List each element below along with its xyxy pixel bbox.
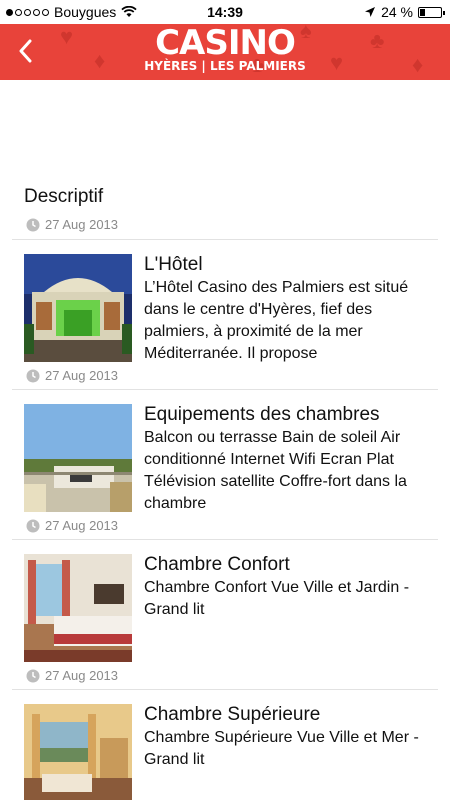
clock-icon	[26, 369, 40, 382]
list-item-hotel[interactable]: L'Hôtel L’Hôtel Casino des Palmiers est …	[0, 240, 450, 390]
list-item-equipements[interactable]: Equipements des chambres Balcon ou terra…	[0, 390, 450, 540]
chambre-confort-thumbnail	[24, 554, 132, 662]
section-date-label: 27 Aug 2013	[45, 217, 119, 232]
section-title: Descriptif	[24, 186, 104, 207]
battery-percent: 24 %	[381, 4, 413, 20]
battery-icon	[418, 6, 445, 18]
item-date-label: 27 Aug 2013	[45, 518, 119, 533]
clock-icon	[26, 519, 40, 532]
equipements-thumbnail	[24, 404, 132, 512]
clock-icon	[26, 218, 40, 231]
logo-sub-text: HYÈRES | LES PALMIERS	[144, 59, 306, 73]
item-date: 27 Aug 2013	[26, 668, 118, 683]
hotel-thumbnail	[24, 254, 132, 362]
casino-logo: CASINO HYÈRES | LES PALMIERS	[0, 25, 450, 73]
item-title: Chambre Confort	[144, 554, 290, 575]
item-title: L'Hôtel	[144, 254, 203, 275]
item-title: Equipements des chambres	[144, 404, 380, 425]
status-bar: Bouygues 14:39 24 %	[0, 0, 450, 24]
item-description: Chambre Supérieure Vue Ville et Mer - Gr…	[144, 729, 419, 768]
item-title: Chambre Supérieure	[144, 704, 321, 725]
item-date: 27 Aug 2013	[26, 368, 118, 383]
app-header: ♥ ♦ ♠ ♥ ♣ ♦ ♣ CASINO HYÈRES | LES PALMIE…	[0, 24, 450, 80]
list-item-chambre-superieure[interactable]: Chambre Supérieure Chambre Supérieure Vu…	[0, 690, 450, 800]
location-arrow-icon	[365, 7, 376, 17]
item-date-label: 27 Aug 2013	[45, 368, 119, 383]
logo-main-text: CASINO	[155, 24, 296, 63]
chambre-superieure-thumbnail	[24, 704, 132, 800]
clock-icon	[26, 669, 40, 682]
item-date-label: 27 Aug 2013	[45, 668, 119, 683]
item-description: Chambre Confort Vue Ville et Jardin - Gr…	[144, 579, 410, 618]
status-right: 24 %	[364, 4, 445, 20]
section-date: 27 Aug 2013	[26, 217, 118, 232]
item-description: Balcon ou terrasse Bain de soleil Air co…	[144, 429, 407, 512]
list-item-chambre-confort[interactable]: Chambre Confort Chambre Confort Vue Vill…	[0, 540, 450, 690]
item-description: L’Hôtel Casino des Palmiers est situé da…	[144, 279, 409, 362]
item-date: 27 Aug 2013	[26, 518, 118, 533]
